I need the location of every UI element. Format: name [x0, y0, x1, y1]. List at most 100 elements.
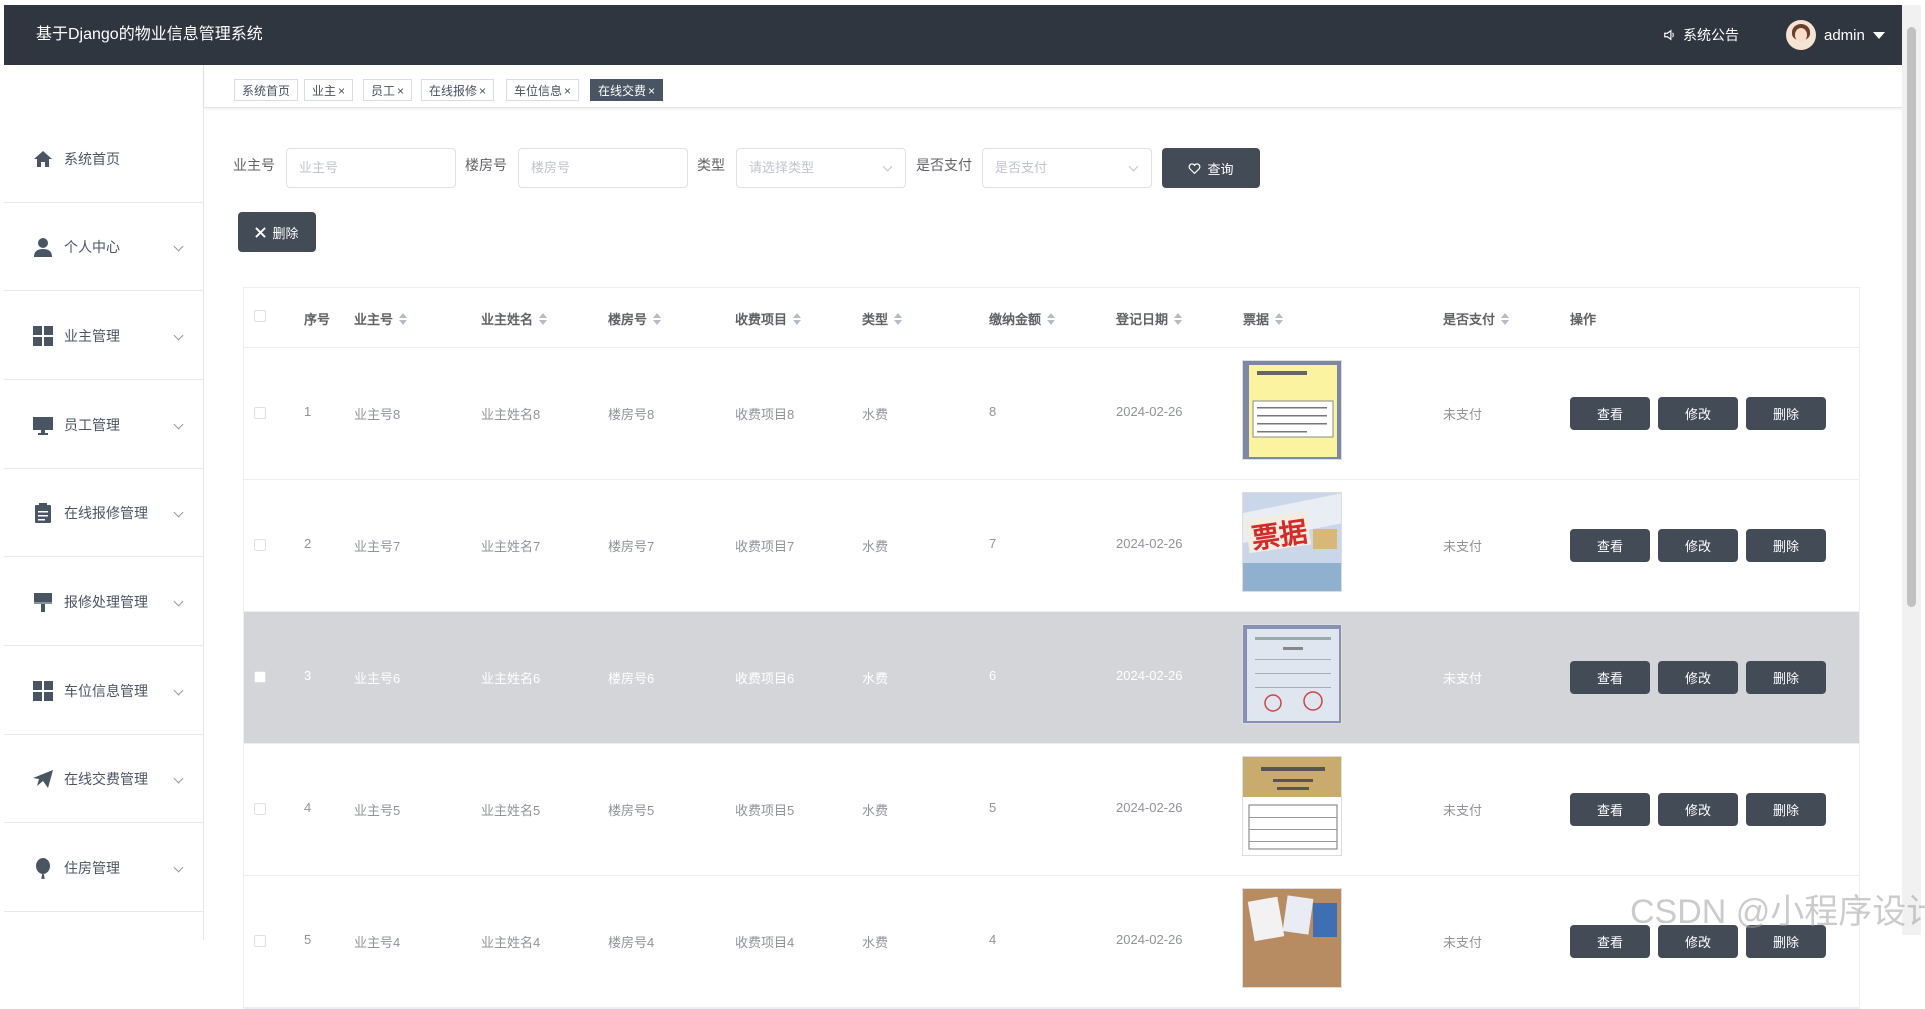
sidebar-item-online-repair[interactable]: 在线报修管理: [4, 469, 204, 557]
person-icon: [32, 236, 54, 258]
scrollbar-thumb[interactable]: [1907, 27, 1916, 607]
close-icon[interactable]: ×: [648, 84, 655, 98]
building-no-input[interactable]: 楼房号: [518, 148, 688, 188]
edit-button[interactable]: 修改: [1658, 529, 1738, 562]
sidebar-item-repair-processing[interactable]: 报修处理管理: [4, 558, 204, 646]
row-checkbox[interactable]: [254, 803, 266, 815]
tab-online-payment[interactable]: 在线交费 ×: [590, 79, 664, 101]
sidebar-item-online-payment[interactable]: 在线交费管理: [4, 735, 204, 823]
row-checkbox[interactable]: [254, 935, 266, 947]
cell-index: 2: [304, 536, 312, 551]
chevron-down-icon: [882, 161, 893, 172]
sort-icon[interactable]: [399, 312, 408, 325]
delete-button[interactable]: 删除: [1746, 661, 1826, 694]
sort-icon[interactable]: [539, 312, 548, 325]
sidebar-item-personal-center[interactable]: 个人中心: [4, 203, 204, 291]
cell-amount: 6: [989, 668, 997, 683]
batch-delete-button[interactable]: 删除: [238, 212, 316, 252]
sidebar-item-label: 业主管理: [64, 327, 120, 344]
edit-button[interactable]: 修改: [1658, 661, 1738, 694]
owner-no-input[interactable]: 业主号: [286, 148, 456, 188]
receipt-thumbnail[interactable]: 票据: [1242, 492, 1342, 592]
sidebar-item-label: 报修处理管理: [64, 593, 148, 610]
sort-icon[interactable]: [894, 312, 903, 325]
col-building-no[interactable]: 楼房号: [608, 309, 662, 328]
cell-amount: 5: [989, 800, 997, 815]
cell-owner-name: 业主姓名6: [481, 671, 541, 686]
sidebar-item-home[interactable]: 系统首页: [4, 115, 204, 203]
tab-label: 车位信息: [514, 84, 563, 98]
sidebar-item-label: 车位信息管理: [64, 682, 148, 699]
row-checkbox[interactable]: [254, 407, 266, 419]
col-type[interactable]: 类型: [862, 309, 903, 328]
sort-icon[interactable]: [653, 312, 662, 325]
sort-icon[interactable]: [1501, 312, 1510, 325]
edit-button[interactable]: 修改: [1658, 397, 1738, 430]
view-button[interactable]: 查看: [1570, 661, 1650, 694]
sort-icon[interactable]: [1275, 312, 1284, 325]
receipt-thumbnail[interactable]: [1242, 624, 1342, 724]
cell-amount: 7: [989, 536, 997, 551]
chevron-down-icon: [173, 596, 184, 607]
top-navbar: 基于Django的物业信息管理系统 系统公告 admin: [4, 5, 1902, 65]
type-select[interactable]: 请选择类型: [736, 148, 906, 188]
col-fee-item[interactable]: 收费项目: [735, 309, 802, 328]
sidebar-item-parking-info[interactable]: 车位信息管理: [4, 647, 204, 735]
sidebar-item-owner-management[interactable]: 业主管理: [4, 292, 204, 380]
col-amount[interactable]: 缴纳金额: [989, 309, 1056, 328]
delete-button[interactable]: 删除: [1746, 793, 1826, 826]
table-row: 1 业主号8 业主姓名8 楼房号8 收费项目8 水费 8 2024-02-26 …: [244, 348, 1859, 480]
receipt-thumbnail[interactable]: [1242, 360, 1342, 460]
receipt-thumbnail[interactable]: [1242, 888, 1342, 988]
delete-button[interactable]: 删除: [1746, 397, 1826, 430]
tab-staff[interactable]: 员工 ×: [363, 79, 413, 101]
col-paid[interactable]: 是否支付: [1443, 309, 1510, 328]
chevron-down-icon: [173, 507, 184, 518]
select-all-checkbox[interactable]: [254, 310, 266, 322]
col-owner-no[interactable]: 业主号: [354, 309, 408, 328]
query-button[interactable]: 查询: [1162, 148, 1260, 188]
sidebar-item-housing[interactable]: 住房管理: [4, 824, 204, 912]
paid-select[interactable]: 是否支付: [982, 148, 1152, 188]
sidebar-item-label: 个人中心: [64, 238, 120, 255]
view-button[interactable]: 查看: [1570, 529, 1650, 562]
paid-select-placeholder: 是否支付: [995, 160, 1048, 175]
sort-icon[interactable]: [793, 312, 802, 325]
cell-fee-item: 收费项目5: [735, 803, 795, 818]
chevron-down-icon: [173, 862, 184, 873]
row-checkbox[interactable]: [254, 539, 266, 551]
tab-home[interactable]: 系统首页: [234, 79, 299, 101]
close-icon[interactable]: ×: [564, 84, 571, 98]
col-receipt[interactable]: 票据: [1243, 309, 1284, 328]
system-notice-link[interactable]: 系统公告: [1663, 5, 1739, 65]
view-button[interactable]: 查看: [1570, 397, 1650, 430]
edit-button[interactable]: 修改: [1658, 793, 1738, 826]
cell-date: 2024-02-26: [1116, 536, 1183, 551]
sidebar-item-staff-management[interactable]: 员工管理: [4, 381, 204, 469]
tab-bar: 系统首页 业主 × 员工 × 在线报修 × 车位信息 × 在线交费 ×: [204, 65, 1902, 108]
sort-icon[interactable]: [1174, 312, 1183, 325]
close-icon[interactable]: ×: [479, 84, 486, 98]
cell-fee-item: 收费项目8: [735, 407, 795, 422]
tab-online-repair[interactable]: 在线报修 ×: [421, 79, 495, 101]
cell-paid: 未支付: [1443, 539, 1483, 554]
scrollbar[interactable]: [1902, 5, 1921, 935]
row-checkbox[interactable]: [254, 671, 266, 683]
receipt-thumbnail[interactable]: [1242, 756, 1342, 856]
col-owner-name[interactable]: 业主姓名: [481, 309, 548, 328]
owner-no-label: 业主号: [233, 157, 275, 173]
tab-parking-info[interactable]: 车位信息 ×: [506, 79, 580, 101]
user-menu[interactable]: admin: [1786, 20, 1885, 50]
col-date[interactable]: 登记日期: [1116, 309, 1183, 328]
sort-icon[interactable]: [1047, 312, 1056, 325]
cell-date: 2024-02-26: [1116, 668, 1183, 683]
cell-fee-item: 收费项目4: [735, 935, 795, 950]
username: admin: [1824, 26, 1865, 44]
view-button[interactable]: 查看: [1570, 793, 1650, 826]
close-icon[interactable]: ×: [397, 84, 404, 98]
close-icon[interactable]: ×: [338, 84, 345, 98]
tab-owner[interactable]: 业主 ×: [304, 79, 354, 101]
delete-button[interactable]: 删除: [1746, 529, 1826, 562]
cell-building-no: 楼房号7: [608, 539, 655, 554]
chevron-down-icon: [1128, 161, 1139, 172]
